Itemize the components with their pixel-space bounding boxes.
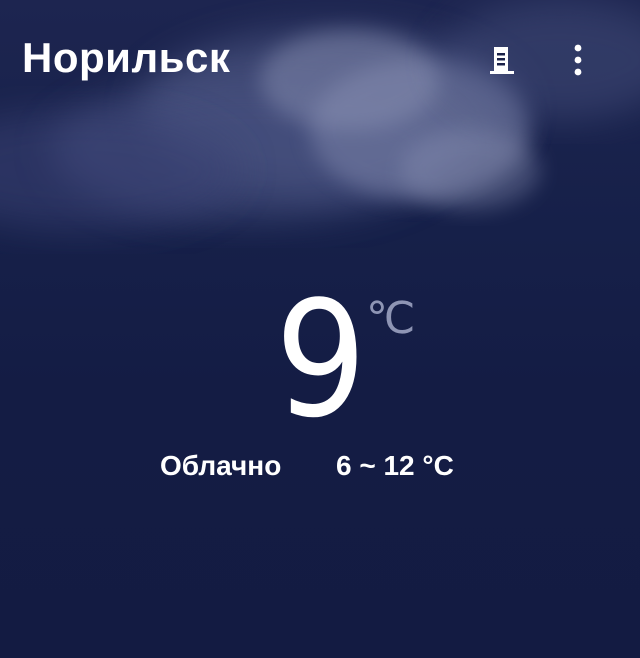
temperature-range: 6 ~ 12 °C: [336, 450, 454, 481]
weather-screen: Норильск 9 ℃ Облачно 6 ~ 12 °C: [0, 0, 640, 658]
weather-condition: Облачно: [160, 450, 282, 481]
current-temperature: 9: [275, 266, 367, 453]
condition-row: Облачно 6 ~ 12 °C: [0, 450, 640, 490]
current-weather: 9 ℃ Облачно 6 ~ 12 °C: [0, 0, 640, 658]
temperature-unit: ℃: [366, 293, 416, 344]
